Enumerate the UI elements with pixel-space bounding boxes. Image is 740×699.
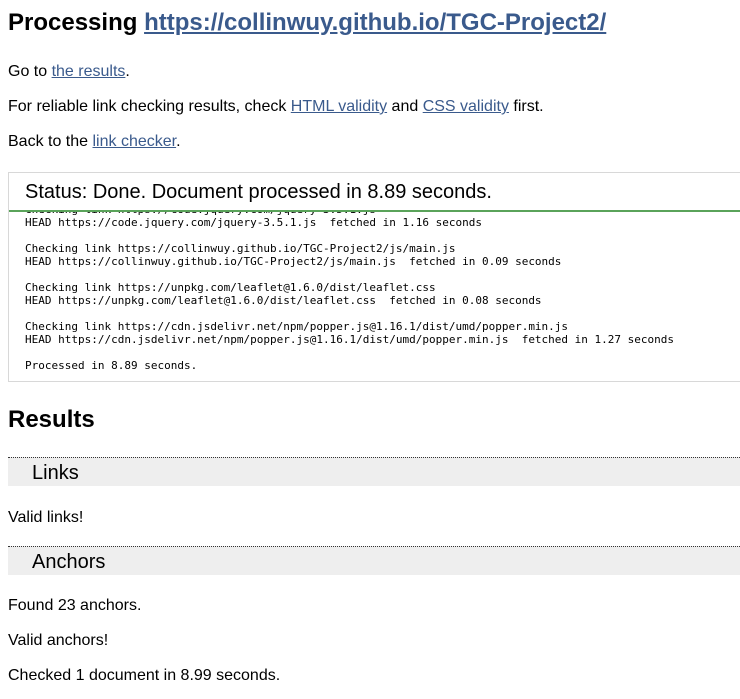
reliable-suffix: first. (508, 98, 544, 115)
processed-url-link[interactable]: https://collinwuy.github.io/TGC-Project2… (144, 9, 606, 36)
links-heading: Links (32, 462, 79, 484)
html-validity-link[interactable]: HTML validity (291, 98, 387, 115)
status-panel[interactable]: Checking link https://code.jquery.com/jq… (8, 172, 740, 382)
validity-paragraph: For reliable link checking results, chec… (8, 97, 544, 117)
processing-log: Checking link https://code.jquery.com/jq… (25, 203, 675, 372)
reliable-prefix: For reliable link checking results, chec… (8, 98, 291, 115)
goto-suffix: . (125, 63, 130, 80)
back-suffix: . (176, 133, 181, 150)
page-title: Processing https://collinwuy.github.io/T… (8, 8, 606, 38)
goto-prefix: Go to (8, 63, 52, 80)
anchors-found: Found 23 anchors. (8, 597, 142, 614)
links-result: Valid links! (8, 509, 84, 526)
and-text: and (387, 98, 423, 115)
processing-label: Processing (8, 9, 145, 36)
link-checker-link[interactable]: link checker (93, 133, 177, 150)
results-link[interactable]: the results (52, 63, 126, 80)
goto-results-paragraph: Go to the results. (8, 62, 130, 82)
css-validity-link[interactable]: CSS validity (423, 98, 509, 115)
back-prefix: Back to the (8, 133, 93, 150)
anchors-section-header: Anchors (8, 546, 740, 575)
anchors-valid: Valid anchors! (8, 632, 109, 649)
links-section-header: Links (8, 457, 740, 486)
status-progress-line (9, 210, 740, 212)
results-heading: Results (8, 406, 95, 433)
back-paragraph: Back to the link checker. (8, 132, 181, 152)
status-title: Status: Done. Document processed in 8.89… (25, 181, 492, 203)
anchors-heading: Anchors (32, 551, 106, 573)
checked-summary: Checked 1 document in 8.99 seconds. (8, 667, 281, 684)
